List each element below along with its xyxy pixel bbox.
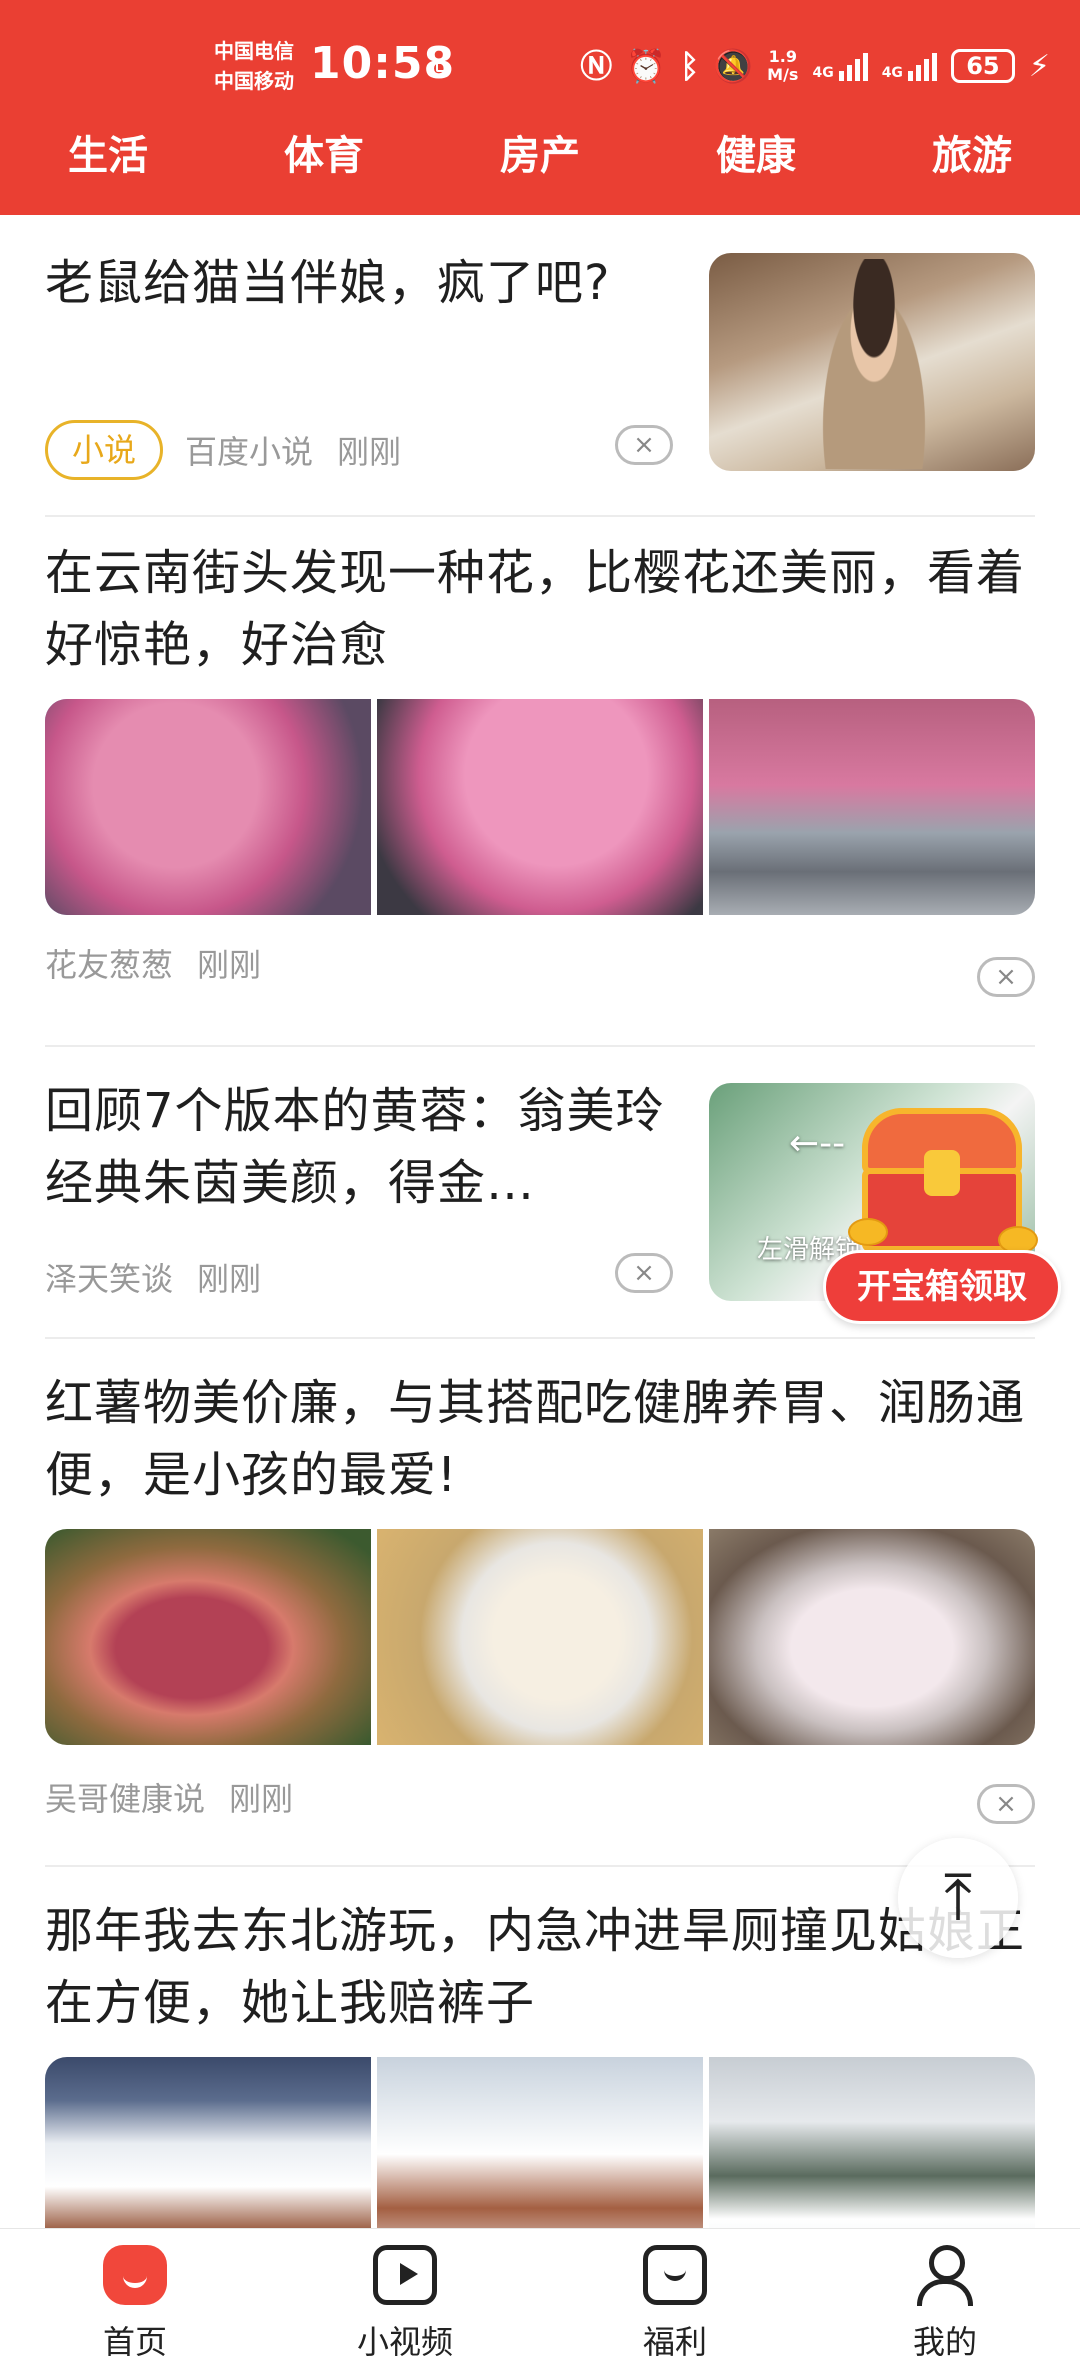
tab-health[interactable]: 健康 (648, 115, 864, 220)
back-to-top-button[interactable]: ⤒ (898, 1838, 1018, 1958)
article-card[interactable]: 红薯物美价廉，与其搭配吃健脾养胃、润肠通便，是小孩的最爱! 吴哥健康说 刚刚 × (45, 1339, 1035, 1867)
dismiss-button[interactable]: × (977, 1784, 1035, 1824)
article-time: 刚刚 (337, 433, 402, 471)
article-source: 花友葱葱 (45, 946, 174, 984)
category-tabs: 生活 体育 房产 健康 旅游 (0, 115, 1080, 220)
article-time: 刚刚 (197, 1260, 262, 1298)
article-source: 泽天笑谈 (45, 1260, 174, 1298)
user-icon (913, 2245, 977, 2306)
nav-profile[interactable]: 我的 (810, 2229, 1080, 2376)
tab-real-estate[interactable]: 房产 (432, 115, 648, 220)
arrow-up-icon: ⤒ (943, 1861, 973, 1935)
article-meta: 花友葱葱 刚刚 (45, 933, 1035, 993)
article-source: 百度小说 (185, 433, 314, 471)
nav-home[interactable]: 首页 (0, 2229, 270, 2376)
mute-icon: 🔕 (713, 47, 754, 85)
nav-label: 福利 (642, 2323, 707, 2361)
article-card[interactable]: 老鼠给猫当伴娘，疯了吧? 小说 百度小说 刚刚 × (45, 225, 1035, 517)
clock: 10:58 (310, 38, 456, 89)
notification-icon (436, 62, 448, 72)
treasure-chest-icon[interactable] (848, 1108, 1040, 1258)
battery-icon: 65 (950, 49, 1015, 83)
article-title[interactable]: 回顾7个版本的黄蓉：翁美玲经典朱茵美颜，得金… (45, 1075, 685, 1219)
image-gallery[interactable] (45, 699, 1035, 915)
article-title[interactable]: 老鼠给猫当伴娘，疯了吧? (45, 247, 645, 319)
bluetooth-icon: ᛒ (680, 47, 700, 85)
coin-icon (848, 1218, 888, 1246)
article-meta: 小说 百度小说 刚刚 (45, 420, 425, 480)
header-divider (0, 215, 1080, 225)
nav-short-video[interactable]: 小视频 (270, 2229, 540, 2376)
tab-sports[interactable]: 体育 (216, 115, 432, 220)
net-speed: 1.9 M/s (767, 47, 799, 84)
article-card[interactable]: 在云南街头发现一种花，比樱花还美丽，看着好惊艳，好治愈 花友葱葱 刚刚 × (45, 517, 1035, 1047)
tab-life[interactable]: 生活 (0, 115, 216, 220)
image-gallery[interactable] (45, 1529, 1035, 1745)
blossom-photo[interactable] (377, 699, 703, 915)
video-icon (373, 2245, 437, 2305)
home-icon (103, 2245, 167, 2305)
nav-label: 首页 (102, 2323, 167, 2361)
carrier-1: 中国电信 (214, 39, 294, 63)
article-title[interactable]: 在云南街头发现一种花，比樱花还美丽，看着好惊艳，好治愈 (45, 537, 1035, 681)
article-card[interactable]: 那年我去东北游玩，内急冲进旱厕撞见姑娘正在方便，她让我赔裤子 (45, 1867, 1035, 2273)
soup-bowl-photo[interactable] (709, 1529, 1035, 1745)
status-icons: Ⓝ ⏰ ᛒ 🔕 1.9 M/s 4G 4G 65 ⚡ (580, 44, 1050, 88)
sweet-potato-photo[interactable] (45, 1529, 371, 1745)
milk-drink-photo[interactable] (377, 1529, 703, 1745)
signal-icon-1: 4G (812, 51, 868, 81)
blossom-photo[interactable] (45, 699, 371, 915)
article-title[interactable]: 红薯物美价廉，与其搭配吃健脾养胃、润肠通便，是小孩的最爱! (45, 1367, 1035, 1511)
article-meta: 泽天笑谈 刚刚 (45, 1247, 285, 1307)
article-time: 刚刚 (197, 946, 262, 984)
nav-label: 我的 (912, 2323, 977, 2361)
carrier-2: 中国移动 (214, 69, 294, 93)
charging-icon: ⚡ (1028, 48, 1050, 84)
article-meta: 吴哥健康说 刚刚 (45, 1767, 1035, 1827)
blossom-street-photo[interactable] (709, 699, 1035, 915)
carrier-names: 中国电信 中国移动 (214, 36, 294, 96)
nfc-icon: Ⓝ (580, 47, 613, 85)
article-title[interactable]: 那年我去东北游玩，内急冲进旱厕撞见姑娘正在方便，她让我赔裤子 (45, 1895, 1035, 2039)
swipe-left-arrow-icon: ←-- (789, 1123, 846, 1164)
bottom-navigation: 首页 小视频 福利 我的 (0, 2228, 1080, 2376)
article-thumbnail[interactable] (709, 253, 1035, 471)
tab-travel[interactable]: 旅游 (864, 115, 1080, 220)
dismiss-button[interactable]: × (615, 425, 673, 465)
category-tag: 小说 (45, 420, 164, 480)
gift-icon (643, 2245, 707, 2305)
alarm-icon: ⏰ (626, 47, 667, 85)
article-source: 吴哥健康说 (45, 1780, 206, 1818)
open-treasure-button[interactable]: 开宝箱领取 (823, 1250, 1061, 1324)
signal-icon-2: 4G (882, 51, 937, 81)
nav-label: 小视频 (356, 2323, 453, 2361)
nav-welfare[interactable]: 福利 (540, 2229, 810, 2376)
woman-photo (809, 259, 939, 469)
dismiss-button[interactable]: × (615, 1253, 673, 1293)
article-time: 刚刚 (229, 1780, 294, 1818)
chest-lock-icon (924, 1150, 960, 1196)
dismiss-button[interactable]: × (977, 957, 1035, 997)
